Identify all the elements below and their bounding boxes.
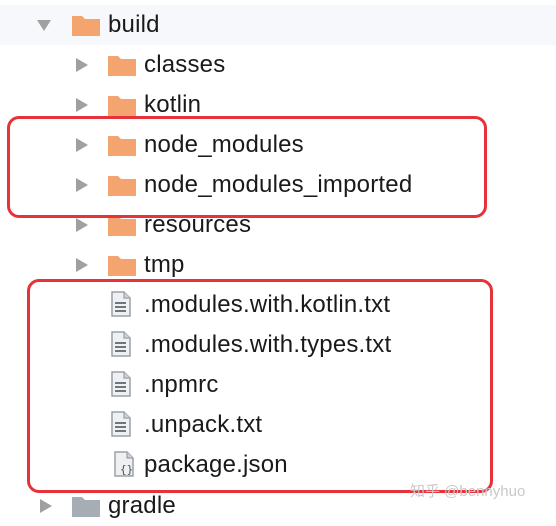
text-file-icon — [111, 411, 131, 437]
folder-icon — [107, 253, 137, 277]
text-file-icon — [111, 291, 131, 317]
chevron-right-icon[interactable] — [74, 57, 90, 73]
folder-icon — [107, 213, 137, 237]
chevron-right-icon[interactable] — [74, 137, 90, 153]
chevron-right-icon[interactable] — [74, 257, 90, 273]
tree-item-label: classes — [144, 51, 226, 78]
chevron-right-icon[interactable] — [74, 97, 90, 113]
tree-row-tmp[interactable]: tmp — [0, 245, 556, 285]
tree-row-classes[interactable]: classes — [0, 45, 556, 85]
tree-item-label: .npmrc — [144, 371, 219, 398]
text-file-icon — [111, 331, 131, 357]
tree-row-build[interactable]: build — [0, 5, 556, 45]
tree-item-label: node_modules — [144, 131, 304, 158]
chevron-down-icon[interactable] — [36, 17, 52, 33]
tree-row-node-modules-imported[interactable]: node_modules_imported — [0, 165, 556, 205]
chevron-right-icon[interactable] — [74, 217, 90, 233]
tree-item-label: package.json — [144, 451, 288, 478]
text-file-icon — [111, 371, 131, 397]
tree-row-modules-with-kotlin[interactable]: .modules.with.kotlin.txt — [0, 285, 556, 325]
tree-row-node-modules[interactable]: node_modules — [0, 125, 556, 165]
folder-icon — [107, 133, 137, 157]
tree-item-label: kotlin — [144, 91, 202, 118]
watermark: 知乎 @bennyhuo — [410, 483, 526, 500]
folder-icon — [107, 53, 137, 77]
json-file-icon: {} — [114, 451, 134, 477]
folder-icon — [107, 173, 137, 197]
folder-icon — [71, 13, 101, 37]
tree-row-npmrc[interactable]: .npmrc — [0, 365, 556, 405]
tree-row-resources[interactable]: resources — [0, 205, 556, 245]
chevron-right-icon[interactable] — [38, 498, 54, 514]
folder-icon — [71, 494, 101, 518]
project-tree: build classes kotlin node_modules node_m… — [0, 0, 556, 519]
tree-item-label: tmp — [144, 251, 185, 278]
tree-item-label: .modules.with.kotlin.txt — [144, 291, 391, 318]
folder-icon — [107, 93, 137, 117]
tree-row-package-json[interactable]: {} package.json — [0, 445, 556, 485]
tree-row-modules-with-types[interactable]: .modules.with.types.txt — [0, 325, 556, 365]
tree-row-kotlin[interactable]: kotlin — [0, 85, 556, 125]
tree-item-label: .modules.with.types.txt — [144, 331, 392, 358]
tree-item-label: resources — [144, 211, 252, 238]
tree-item-label: node_modules_imported — [144, 171, 413, 198]
chevron-right-icon[interactable] — [74, 177, 90, 193]
tree-item-label: build — [108, 11, 160, 38]
svg-text:{}: {} — [120, 463, 133, 476]
tree-row-unpack[interactable]: .unpack.txt — [0, 405, 556, 445]
tree-item-label: .unpack.txt — [144, 411, 263, 438]
